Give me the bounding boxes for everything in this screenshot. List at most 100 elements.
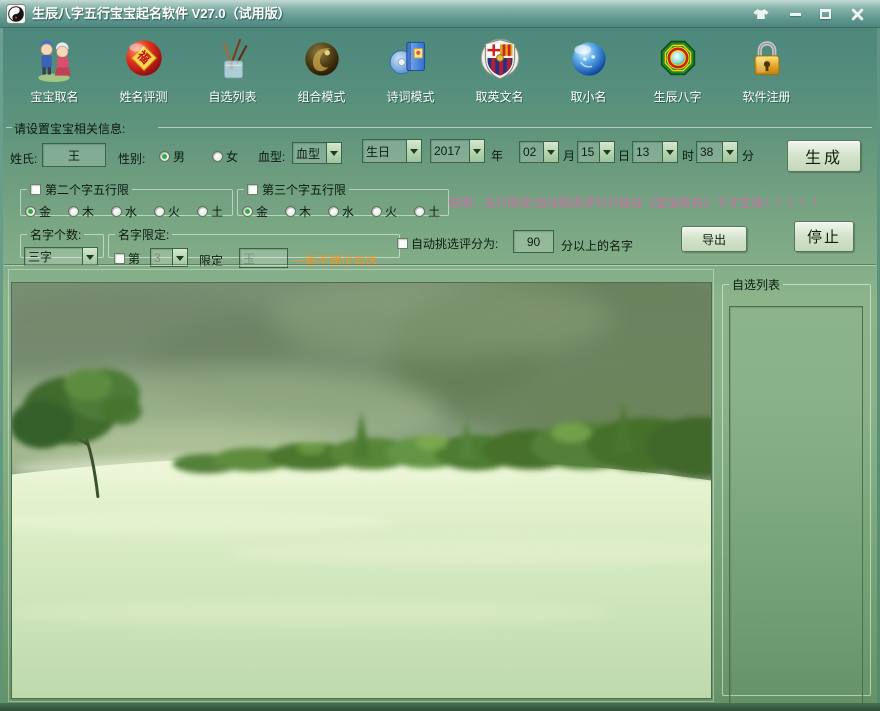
padlock-icon	[744, 30, 790, 88]
toolbar-item-combo-mode[interactable]: 组合模式	[277, 30, 366, 114]
toolbar-item-label: 取小名	[570, 88, 606, 105]
title-bar: 生辰八字五行宝宝起名软件 V27.0（试用版）	[0, 0, 880, 28]
chevron-down-icon	[599, 142, 614, 162]
year-select[interactable]: 2017	[430, 139, 485, 163]
limit-warning-text: 一般不建议勾选	[293, 252, 377, 269]
chevron-down-icon	[543, 142, 558, 162]
gender-label: 性别:	[118, 150, 145, 167]
section-divider	[4, 264, 876, 266]
wuxing-radio[interactable]: 金	[25, 203, 51, 220]
toolbar-item-label: 姓名评测	[119, 88, 167, 105]
preview-panel	[8, 269, 714, 702]
export-button[interactable]: 导出	[681, 226, 747, 252]
blood-select[interactable]: 血型	[292, 142, 342, 164]
third-char-options: 金 木 水 火 土	[242, 203, 440, 220]
radio-icon	[414, 206, 425, 217]
wuxing-radio[interactable]: 土	[197, 203, 223, 220]
wuxing-radio[interactable]: 水	[111, 203, 137, 220]
second-char-wuxing-legend: 第二个字五行限	[27, 181, 132, 198]
gender-male-radio[interactable]: 男	[159, 148, 185, 165]
name-count-legend: 名字个数:	[27, 226, 84, 243]
dolls-icon	[32, 30, 78, 88]
radio-icon	[154, 206, 165, 217]
landscape-image	[11, 282, 712, 699]
chevron-down-icon	[469, 140, 484, 162]
toolbar-item-nickname[interactable]: 取小名	[544, 30, 633, 114]
hour-unit-label: 时	[682, 147, 694, 164]
toolbar-item-baby-naming[interactable]: 宝宝取名	[10, 30, 99, 114]
wuxing-radio[interactable]: 土	[414, 203, 440, 220]
name-count-group: 名字个数: 三字	[20, 226, 104, 258]
checkbox-icon	[397, 238, 408, 249]
radio-icon	[328, 206, 339, 217]
surname-input[interactable]: 王	[42, 143, 106, 167]
second-char-checkbox[interactable]	[30, 184, 41, 195]
bagua-icon	[655, 30, 701, 88]
brush-cup-icon	[210, 30, 256, 88]
main-toolbar: 宝宝取名 福 姓名评测	[10, 30, 812, 114]
third-char-wuxing-legend: 第三个字五行限	[244, 181, 349, 198]
toolbar-item-label: 自选列表	[208, 88, 256, 105]
skin-button[interactable]	[748, 5, 774, 23]
hour-select[interactable]: 13	[632, 141, 678, 163]
third-char-wuxing-group: 第三个字五行限 金 木 水 火 土	[237, 181, 449, 216]
shirt-icon	[751, 7, 771, 21]
radio-icon	[25, 206, 36, 217]
wuxing-hint-text: 说明：五行限定/自动挑选评分只能在《宝宝取名》下才生效！！！！！	[448, 194, 823, 211]
surname-label: 姓氏:	[10, 150, 37, 167]
minimize-icon	[790, 13, 801, 16]
group-line-right	[158, 127, 872, 128]
fu-ball-icon: 福	[121, 30, 167, 88]
auto-pick-checkbox[interactable]: 自动挑选评分为:	[397, 235, 498, 252]
wuxing-radio[interactable]: 木	[285, 203, 311, 220]
radio-icon	[371, 206, 382, 217]
toolbar-item-poetry-mode[interactable]: 诗词模式	[366, 30, 455, 114]
chevron-down-icon	[662, 142, 677, 162]
toolbar-item-register[interactable]: 软件注册	[722, 30, 811, 114]
close-button[interactable]	[844, 5, 870, 23]
window-border-bottom	[0, 703, 880, 711]
toolbar-item-label: 取英文名	[475, 88, 523, 105]
third-char-checkbox[interactable]	[247, 184, 258, 195]
book-cd-icon	[388, 30, 434, 88]
checkbox-icon	[114, 253, 125, 264]
radio-icon	[111, 206, 122, 217]
maximize-icon	[820, 9, 831, 19]
wuxing-radio[interactable]: 金	[242, 203, 268, 220]
month-select[interactable]: 02	[519, 141, 559, 163]
maximize-button[interactable]	[812, 5, 838, 23]
blue-sphere-icon	[566, 30, 612, 88]
custom-list-box[interactable]	[729, 306, 863, 704]
wuxing-radio[interactable]: 木	[68, 203, 94, 220]
day-unit-label: 日	[618, 147, 630, 164]
generate-button[interactable]: 生成	[787, 140, 861, 172]
radio-icon	[242, 206, 253, 217]
custom-list-title: 自选列表	[729, 276, 783, 293]
birthtype-select[interactable]: 生日	[362, 139, 422, 163]
minute-select[interactable]: 38	[696, 141, 738, 163]
blood-label: 血型:	[258, 148, 285, 165]
wuxing-radio[interactable]: 水	[328, 203, 354, 220]
crest-icon	[477, 30, 523, 88]
toolbar-item-english-name[interactable]: 取英文名	[455, 30, 544, 114]
toolbar-item-label: 软件注册	[742, 88, 790, 105]
name-limit-group: 名字限定: 第 3 限定 玉 一般不建议勾选	[108, 226, 400, 258]
window-border-left	[0, 28, 3, 703]
radio-icon	[197, 206, 208, 217]
window-title: 生辰八字五行宝宝起名软件 V27.0（试用版）	[32, 0, 291, 28]
minimize-button[interactable]	[782, 5, 808, 23]
gender-female-radio[interactable]: 女	[212, 148, 238, 165]
auto-pick-score-input[interactable]: 90	[513, 230, 554, 253]
day-select[interactable]: 15	[577, 141, 615, 163]
custom-list-panel: 自选列表	[722, 276, 871, 696]
stop-button[interactable]: 停止	[794, 221, 854, 252]
chevron-down-icon	[406, 140, 421, 162]
toolbar-item-name-test[interactable]: 福 姓名评测	[99, 30, 188, 114]
second-char-wuxing-group: 第二个字五行限 金 木 水 火 土	[20, 181, 233, 216]
toolbar-item-custom-list[interactable]: 自选列表	[188, 30, 277, 114]
toolbar-item-bazi[interactable]: 生辰八字	[633, 30, 722, 114]
wuxing-radio[interactable]: 火	[371, 203, 397, 220]
chevron-down-icon	[326, 143, 341, 163]
wuxing-radio[interactable]: 火	[154, 203, 180, 220]
radio-icon	[68, 206, 79, 217]
